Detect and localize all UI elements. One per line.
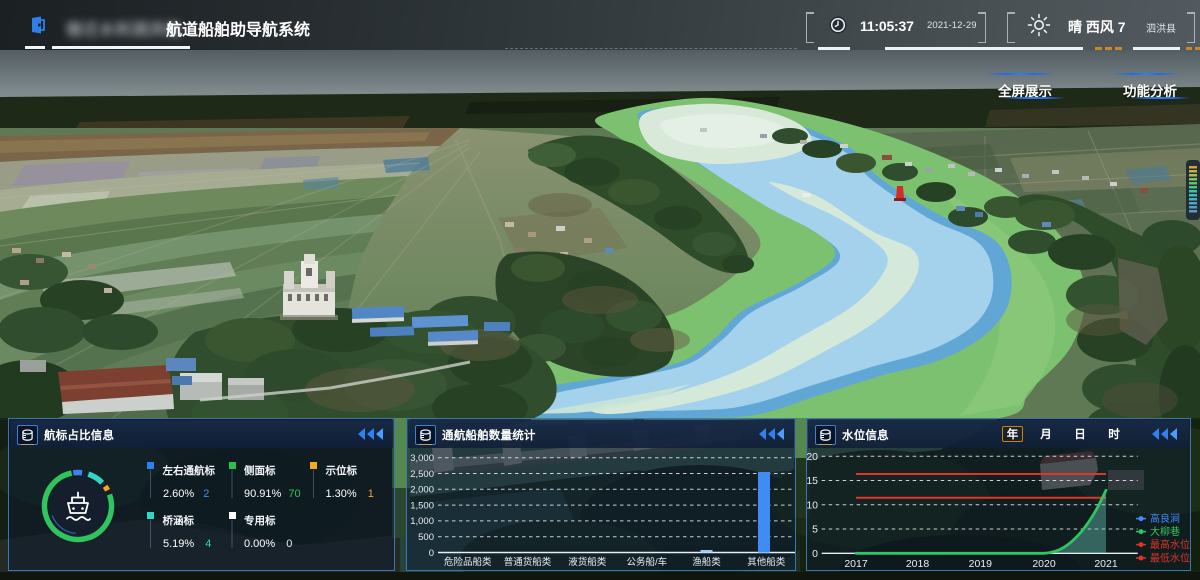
svg-text:其他船类: 其他船类 [747,556,786,568]
svg-text:0: 0 [812,548,818,560]
svg-text:渔船类: 渔船类 [692,556,721,568]
svg-text:3,000: 3,000 [410,453,434,464]
svg-text:2018: 2018 [906,558,930,570]
svg-text:15: 15 [807,475,818,487]
svg-text:2020: 2020 [1032,558,1056,570]
svg-text:5: 5 [812,524,818,536]
svg-text:1,000: 1,000 [410,516,434,527]
svg-text:高良涧: 高良涧 [1150,512,1180,525]
svg-text:2019: 2019 [969,558,993,570]
svg-text:2,000: 2,000 [410,485,434,496]
svg-text:最低水位: 最低水位 [1150,551,1190,564]
svg-text:2021: 2021 [1094,558,1118,570]
svg-text:2017: 2017 [844,558,868,570]
svg-text:最高水位: 最高水位 [1150,538,1190,551]
svg-text:2,500: 2,500 [410,469,434,480]
svg-text:1,500: 1,500 [410,500,434,511]
svg-text:大柳巷: 大柳巷 [1150,525,1180,538]
svg-text:公务船/车: 公务船/车 [626,556,667,568]
svg-text:20: 20 [807,451,818,463]
svg-text:液货船类: 液货船类 [568,556,607,568]
svg-text:普通货船类: 普通货船类 [504,556,552,568]
svg-text:500: 500 [418,532,434,543]
svg-text:10: 10 [807,500,818,512]
svg-text:危险品船类: 危险品船类 [444,556,492,568]
svg-text:0: 0 [429,548,434,559]
